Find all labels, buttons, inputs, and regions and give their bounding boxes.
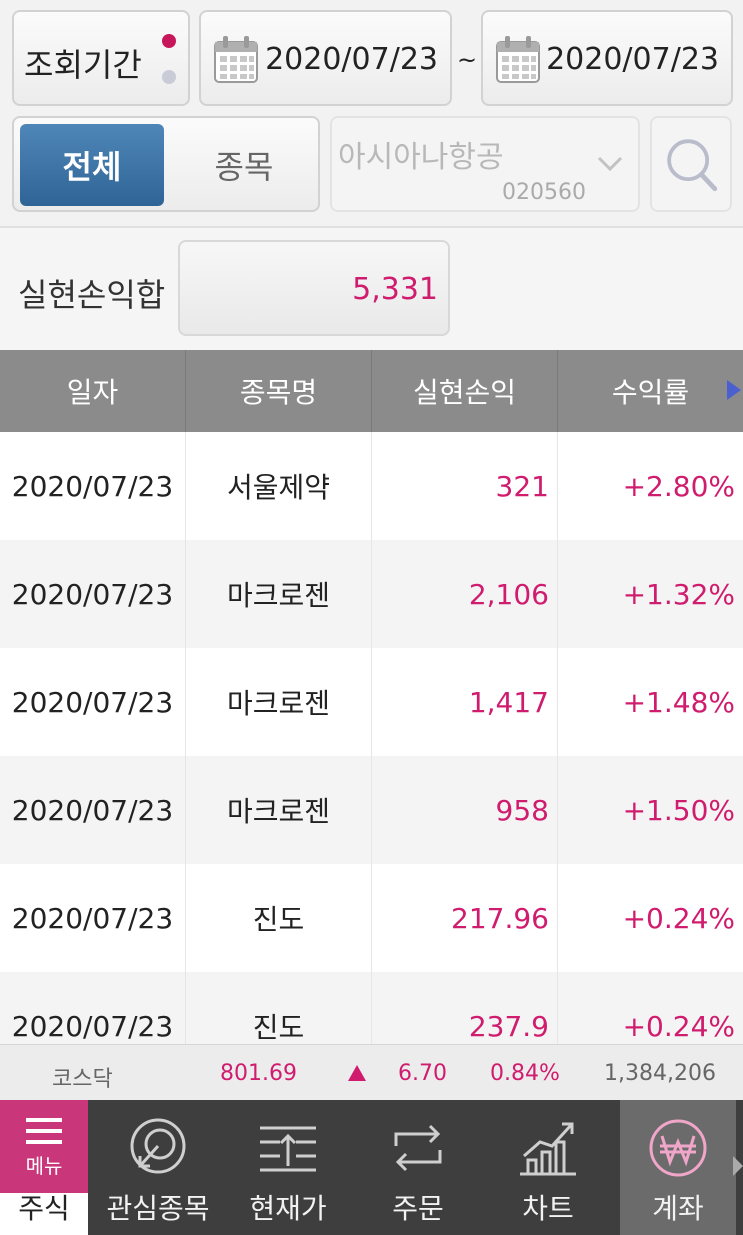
column-header-pl[interactable]: 실현손익 — [372, 350, 558, 432]
hamburger-menu-icon — [26, 1118, 62, 1144]
column-header-date[interactable]: 일자 — [0, 350, 186, 432]
order-icon — [394, 1124, 442, 1172]
summary-row: 실현손익합 5,331 — [0, 226, 743, 350]
chevron-down-icon — [597, 156, 623, 172]
cell-date: 2020/07/23 — [0, 864, 186, 972]
cell-pl: 217.96 — [372, 864, 558, 972]
nav-label: 현재가 — [249, 1192, 327, 1225]
stock-code: 020560 — [502, 180, 586, 205]
menu-section-label: 주식 — [18, 1192, 70, 1225]
cell-rate: +1.32% — [622, 577, 735, 611]
search-icon — [667, 139, 718, 192]
date-to-field[interactable]: 2020/07/23 — [481, 10, 733, 106]
market-ticker[interactable]: 코스닥 801.69 6.70 0.84% 1,384,206 — [0, 1044, 743, 1100]
date-to-value: 2020/07/23 — [546, 42, 719, 77]
nav-item-chart[interactable]: 차트 — [490, 1100, 606, 1235]
up-triangle-icon — [348, 1065, 366, 1081]
nav-item-price[interactable]: 현재가 — [230, 1100, 346, 1235]
app-screen: 조회기간 2020/07/23 ~ 2020/07/23 전체 종목 아시아나항… — [0, 0, 743, 1235]
cell-pl: 1,417 — [372, 648, 558, 756]
scope-segment-control: 전체 종목 — [12, 116, 320, 212]
menu-button[interactable]: 메뉴 주식 — [0, 1100, 88, 1235]
period-indicator-inactive — [162, 70, 176, 84]
summary-value-box: 5,331 — [178, 240, 450, 336]
column-header-rate[interactable]: 수익률 — [558, 350, 743, 432]
nav-next-arrow-icon[interactable] — [733, 1156, 743, 1176]
menu-label: 메뉴 — [25, 1154, 63, 1178]
cell-name: 진도 — [186, 864, 372, 972]
period-label-button[interactable]: 조회기간 — [12, 10, 190, 106]
cell-pl: 321 — [372, 432, 558, 540]
nav-item-account[interactable]: 계좌 — [620, 1100, 736, 1235]
ticker-volume: 1,384,206 — [604, 1061, 716, 1086]
cell-rate: +0.24% — [622, 901, 735, 935]
summary-value: 5,331 — [352, 272, 438, 307]
nav-item-order[interactable]: 주문 — [360, 1100, 476, 1235]
date-separator: ~ — [457, 46, 478, 74]
segment-stock[interactable]: 종목 — [174, 124, 314, 206]
table-row[interactable]: 2020/07/23 진도 217.96 +0.24% — [0, 864, 743, 972]
table-row[interactable]: 2020/07/23 마크로젠 2,106 +1.32% — [0, 540, 743, 648]
table-row[interactable]: 2020/07/23 진도 237.9 +0.24% — [0, 972, 743, 1044]
ticker-value: 801.69 — [220, 1061, 297, 1086]
calendar-icon — [496, 36, 540, 83]
calendar-icon — [214, 36, 258, 83]
cell-name: 진도 — [186, 972, 372, 1044]
ticker-change-pct: 0.84% — [490, 1061, 560, 1086]
date-from-value: 2020/07/23 — [265, 42, 438, 77]
table-row[interactable]: 2020/07/23 마크로젠 1,417 +1.48% — [0, 648, 743, 756]
ticker-index-name: 코스닥 — [52, 1067, 113, 1092]
cell-rate: +1.48% — [622, 685, 735, 719]
table-body: 2020/07/23 서울제약 321 +2.80% 2020/07/23 마크… — [0, 432, 743, 1044]
table-row[interactable]: 2020/07/23 서울제약 321 +2.80% — [0, 432, 743, 540]
stock-select[interactable]: 아시아나항공 020560 — [330, 116, 640, 212]
nav-item-watchlist[interactable]: 관심종목 — [100, 1100, 216, 1235]
ticker-change: 6.70 — [398, 1061, 447, 1086]
stock-name: 아시아나항공 — [338, 140, 504, 175]
nav-label: 관심종목 — [106, 1192, 210, 1225]
cell-date: 2020/07/23 — [0, 756, 186, 864]
cell-date: 2020/07/23 — [0, 648, 186, 756]
cell-rate: +1.50% — [622, 793, 735, 827]
nav-label: 차트 — [522, 1192, 574, 1225]
cell-name: 서울제약 — [186, 432, 372, 540]
period-indicator-active — [162, 34, 176, 48]
scroll-right-arrow-icon[interactable] — [725, 378, 743, 402]
cell-date: 2020/07/23 — [0, 972, 186, 1044]
cell-date: 2020/07/23 — [0, 432, 186, 540]
cell-name: 마크로젠 — [186, 540, 372, 648]
table-row[interactable]: 2020/07/23 마크로젠 958 +1.50% — [0, 756, 743, 864]
summary-label: 실현손익합 — [18, 276, 166, 314]
nav-label: 주문 — [392, 1192, 444, 1225]
account-won-icon — [649, 1119, 707, 1177]
chart-icon — [520, 1122, 576, 1176]
segment-all[interactable]: 전체 — [20, 124, 164, 206]
cell-rate: +0.24% — [622, 1009, 735, 1043]
cell-pl: 2,106 — [372, 540, 558, 648]
search-button[interactable] — [650, 116, 732, 212]
cell-pl: 237.9 — [372, 972, 558, 1044]
column-header-name[interactable]: 종목명 — [186, 350, 372, 432]
period-label: 조회기간 — [24, 46, 142, 84]
date-from-field[interactable]: 2020/07/23 — [199, 10, 452, 106]
watchlist-icon — [130, 1118, 186, 1174]
cell-pl: 958 — [372, 756, 558, 864]
bottom-navigation: 메뉴 주식 관심종목 현재가 주문 차트 계좌 — [0, 1100, 743, 1235]
table-header: 일자 종목명 실현손익 수익률 — [0, 350, 743, 432]
cell-name: 마크로젠 — [186, 648, 372, 756]
cell-date: 2020/07/23 — [0, 540, 186, 648]
price-icon — [260, 1126, 316, 1172]
cell-rate: +2.80% — [622, 469, 735, 503]
nav-label: 계좌 — [652, 1192, 704, 1225]
cell-name: 마크로젠 — [186, 756, 372, 864]
